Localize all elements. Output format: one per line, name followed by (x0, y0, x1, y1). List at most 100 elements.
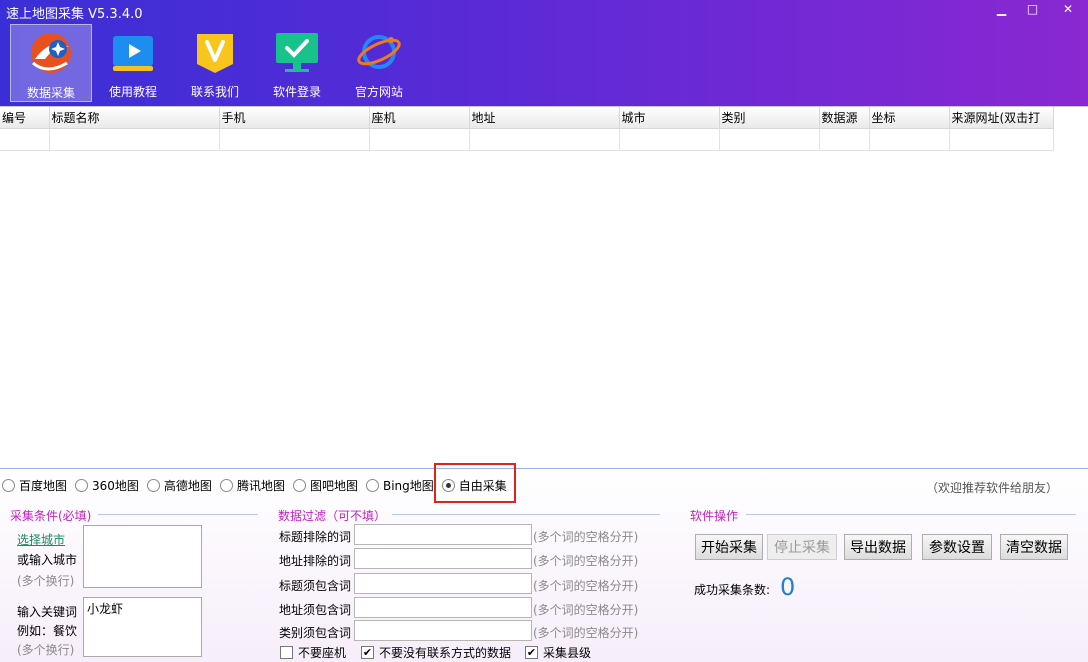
source-radio-tuba[interactable]: 图吧地图 (292, 477, 358, 494)
toolbar-label: 数据采集 (26, 86, 75, 100)
checkbox-box (280, 646, 293, 659)
source-radio-tencent[interactable]: 腾讯地图 (219, 477, 285, 494)
maximize-button[interactable]: □ (1017, 0, 1048, 18)
toolbar-data-collect[interactable]: 数据采集 (10, 24, 92, 102)
no-contact-checkbox[interactable]: ✔ 不要没有联系方式的数据 (361, 644, 511, 661)
toolbar-label: 软件登录 (272, 85, 321, 99)
toolbar-label: 官方网站 (354, 85, 403, 99)
window-title: 速上地图采集 V5.3.4.0 (6, 7, 143, 22)
filter-label: 地址排除的词 (279, 554, 352, 568)
column-header[interactable]: 编号 (0, 107, 50, 129)
v-contact-icon (197, 34, 233, 73)
window-controls: ▁ □ ✕ (986, 0, 1088, 18)
filter-label: 标题须包含词 (279, 579, 352, 593)
source-radio-gaode[interactable]: 高德地图 (146, 477, 212, 494)
filter-hint: (多个词的空格分开) (533, 626, 639, 640)
radio-label: 图吧地图 (309, 479, 358, 493)
clear-data-button[interactable]: 清空数据 (1000, 534, 1068, 560)
address-include-input[interactable] (354, 597, 532, 618)
check-icon: ✔ (361, 646, 374, 659)
column-header[interactable]: 来源网址(双击打 (949, 107, 1054, 129)
multi-line-hint: (多个换行) (17, 574, 75, 588)
minimize-button[interactable]: ▁ (986, 0, 1017, 18)
source-radio-baidu[interactable]: 百度地图 (2, 477, 67, 494)
toolbar-login[interactable]: 软件登录 (256, 24, 338, 102)
keyword-textarea[interactable]: 小龙虾 (83, 597, 202, 657)
toolbar-contact[interactable]: 联系我们 (174, 24, 256, 102)
monitor-check-icon (276, 33, 318, 72)
or-input-city-label: 或输入城市 (17, 553, 78, 567)
highlight-box (434, 463, 516, 503)
keyword-label: 输入关键词 (17, 605, 78, 619)
play-tutorial-icon (113, 36, 153, 71)
radio-dot (146, 479, 160, 492)
radio-label: 百度地图 (19, 479, 68, 493)
conditions-title: 采集条件(必填) (10, 509, 92, 523)
filter-label: 地址须包含词 (279, 603, 352, 617)
radio-dot (292, 479, 306, 492)
toolbar-label: 联系我们 (190, 85, 239, 99)
address-exclude-input[interactable] (354, 548, 532, 569)
select-city-link[interactable]: 选择城市 (17, 531, 65, 548)
column-header[interactable]: 坐标 (869, 107, 950, 129)
section-divider (98, 514, 258, 515)
radio-label: 腾讯地图 (236, 479, 285, 493)
recommend-text: （欢迎推荐软件给朋友） (925, 481, 1058, 495)
start-collect-button[interactable]: 开始采集 (695, 534, 763, 560)
section-divider (746, 514, 1076, 515)
radio-label: 高德地图 (163, 479, 212, 493)
toolbar-label: 使用教程 (108, 85, 157, 99)
filter-hint: (多个词的空格分开) (533, 579, 639, 593)
checkbox-label: 采集县级 (543, 646, 592, 660)
column-header[interactable]: 手机 (219, 107, 370, 129)
success-count-value: 0 (780, 573, 796, 601)
filter-title: 数据过滤（可不填） (278, 509, 387, 523)
radio-dot (219, 479, 233, 492)
column-header[interactable]: 类别 (719, 107, 820, 129)
ops-title: 软件操作 (690, 509, 739, 523)
main-toolbar: 数据采集 使用教程 联系我们 软件登录 官方网站 (10, 24, 420, 102)
column-header[interactable]: 地址 (469, 107, 620, 129)
control-panel: 百度地图 360地图 高德地图 腾讯地图 图吧地图 Bing地图 自由采集 （欢… (0, 468, 1088, 662)
radio-dot (2, 479, 15, 492)
stop-collect-button[interactable]: 停止采集 (767, 534, 837, 560)
filter-label: 类别须包含词 (279, 626, 352, 640)
column-header[interactable]: 数据源 (819, 107, 870, 129)
radio-dot (365, 479, 379, 492)
keyword-example: 例如：餐饮 (17, 624, 78, 638)
title-exclude-input[interactable] (354, 524, 532, 545)
checkbox-label: 不要没有联系方式的数据 (379, 646, 512, 660)
radio-label: 360地图 (92, 479, 139, 493)
toolbar-tutorial[interactable]: 使用教程 (92, 24, 174, 102)
multi-line-hint: (多个换行) (17, 643, 75, 657)
toolbar-website[interactable]: 官方网站 (338, 24, 420, 102)
source-radio-360[interactable]: 360地图 (75, 477, 139, 494)
radio-label: Bing地图 (382, 479, 434, 493)
county-level-checkbox[interactable]: ✔ 采集县级 (525, 644, 591, 661)
success-count-label: 成功采集条数: (694, 583, 771, 597)
table-header-row: 编号 标题名称 手机 座机 地址 城市 类别 数据源 坐标 来源网址(双击打 (0, 107, 1054, 129)
filter-hint: (多个词的空格分开) (533, 603, 639, 617)
title-include-input[interactable] (354, 573, 532, 594)
filter-hint: (多个词的空格分开) (533, 554, 639, 568)
category-include-input[interactable] (354, 620, 532, 641)
column-header[interactable]: 城市 (619, 107, 720, 129)
results-grid[interactable]: 编号 标题名称 手机 座机 地址 城市 类别 数据源 坐标 来源网址(双击打 (0, 106, 1088, 468)
column-header[interactable]: 标题名称 (49, 107, 220, 129)
filter-hint: (多个词的空格分开) (533, 530, 639, 544)
satellite-logo-icon (31, 33, 71, 73)
close-button[interactable]: ✕ (1048, 0, 1088, 18)
section-divider (392, 514, 660, 515)
settings-button[interactable]: 参数设置 (922, 534, 992, 560)
planet-icon (357, 35, 401, 69)
checkbox-label: 不要座机 (298, 646, 347, 660)
table-row[interactable] (0, 128, 1054, 151)
city-textarea[interactable] (83, 525, 202, 588)
source-radio-bing[interactable]: Bing地图 (365, 477, 434, 494)
radio-dot (75, 479, 89, 492)
filter-label: 标题排除的词 (279, 530, 352, 544)
column-header[interactable]: 座机 (369, 107, 470, 129)
export-data-button[interactable]: 导出数据 (844, 534, 912, 560)
check-icon: ✔ (525, 646, 538, 659)
no-landline-checkbox[interactable]: 不要座机 (280, 644, 346, 661)
